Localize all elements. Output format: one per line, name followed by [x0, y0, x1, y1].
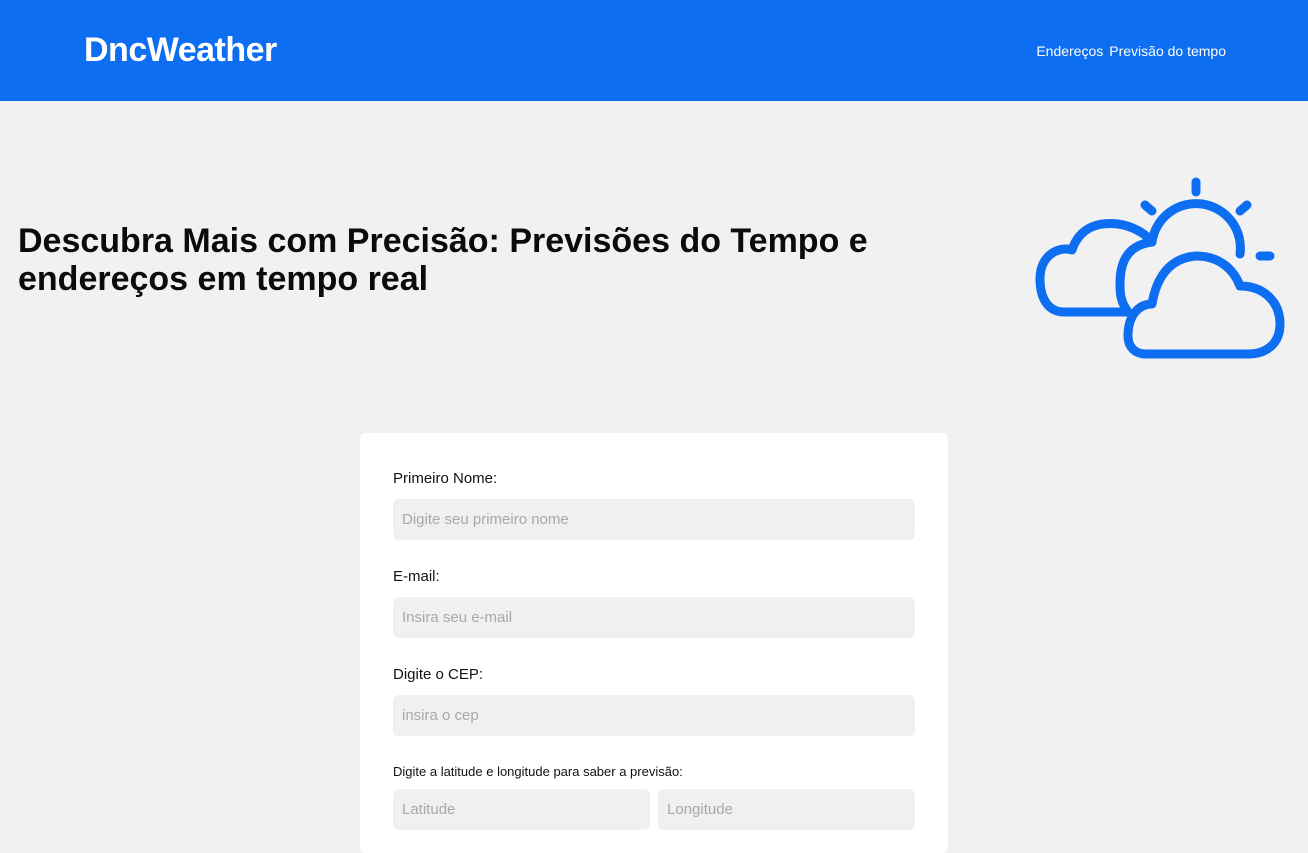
top-navbar: DncWeather Endereços Previsão do tempo	[0, 0, 1308, 101]
email-label: E-mail:	[393, 568, 440, 585]
email-input[interactable]	[393, 597, 915, 638]
cep-label: Digite o CEP:	[393, 666, 484, 683]
partly-cloudy-sun-icon	[1035, 177, 1285, 359]
nav-link-previsao-do-tempo[interactable]: Previsão do tempo	[1109, 42, 1226, 60]
coords-label: Digite a latitude e longitude para saber…	[393, 764, 683, 779]
first-name-label: Primeiro Nome:	[393, 470, 498, 487]
main-nav: Endereços Previsão do tempo	[1036, 42, 1226, 60]
longitude-input[interactable]	[658, 789, 915, 830]
nav-link-enderecos[interactable]: Endereços	[1036, 42, 1103, 60]
first-name-input[interactable]	[393, 499, 915, 540]
latitude-input[interactable]	[393, 789, 650, 830]
brand-logo[interactable]: DncWeather	[84, 30, 277, 70]
cep-input[interactable]	[393, 695, 915, 736]
hero-title: Descubra Mais com Precisão: Previsões do…	[18, 222, 868, 298]
